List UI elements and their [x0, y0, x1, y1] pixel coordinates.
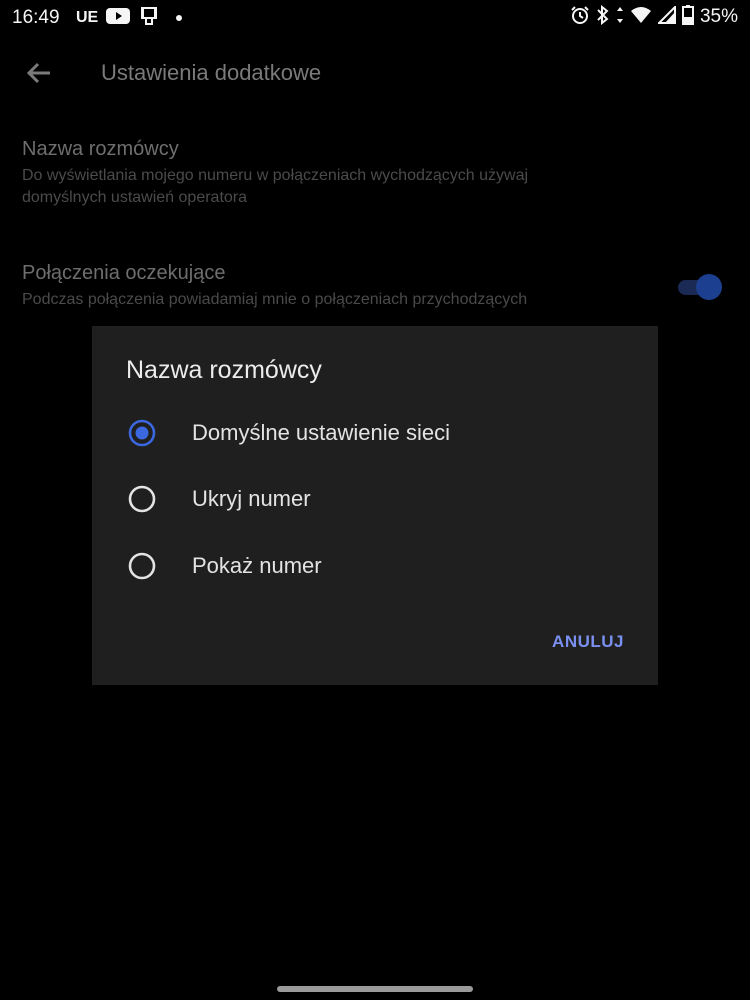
caller-id-dialog: Nazwa rozmówcy Domyślne ustawienie sieci… — [92, 326, 658, 685]
radio-unselected-icon[interactable] — [128, 552, 156, 580]
radio-selected-icon[interactable] — [128, 419, 156, 447]
option-show-number[interactable]: Pokaż numer — [92, 533, 658, 599]
option-label: Pokaż numer — [192, 553, 322, 578]
screen: 16:49 UE 35% Ustawienia dodatkowe Nazwa … — [0, 0, 750, 1000]
option-hide-number[interactable]: Ukryj numer — [92, 466, 658, 532]
cancel-button[interactable]: ANULUJ — [542, 622, 634, 662]
navigation-handle[interactable] — [277, 986, 473, 992]
option-label: Domyślne ustawienie sieci — [192, 420, 450, 445]
radio-unselected-icon[interactable] — [128, 485, 156, 513]
option-network-default[interactable]: Domyślne ustawienie sieci — [92, 400, 658, 466]
dialog-title: Nazwa rozmówcy — [126, 356, 322, 384]
option-label: Ukryj numer — [192, 486, 311, 511]
